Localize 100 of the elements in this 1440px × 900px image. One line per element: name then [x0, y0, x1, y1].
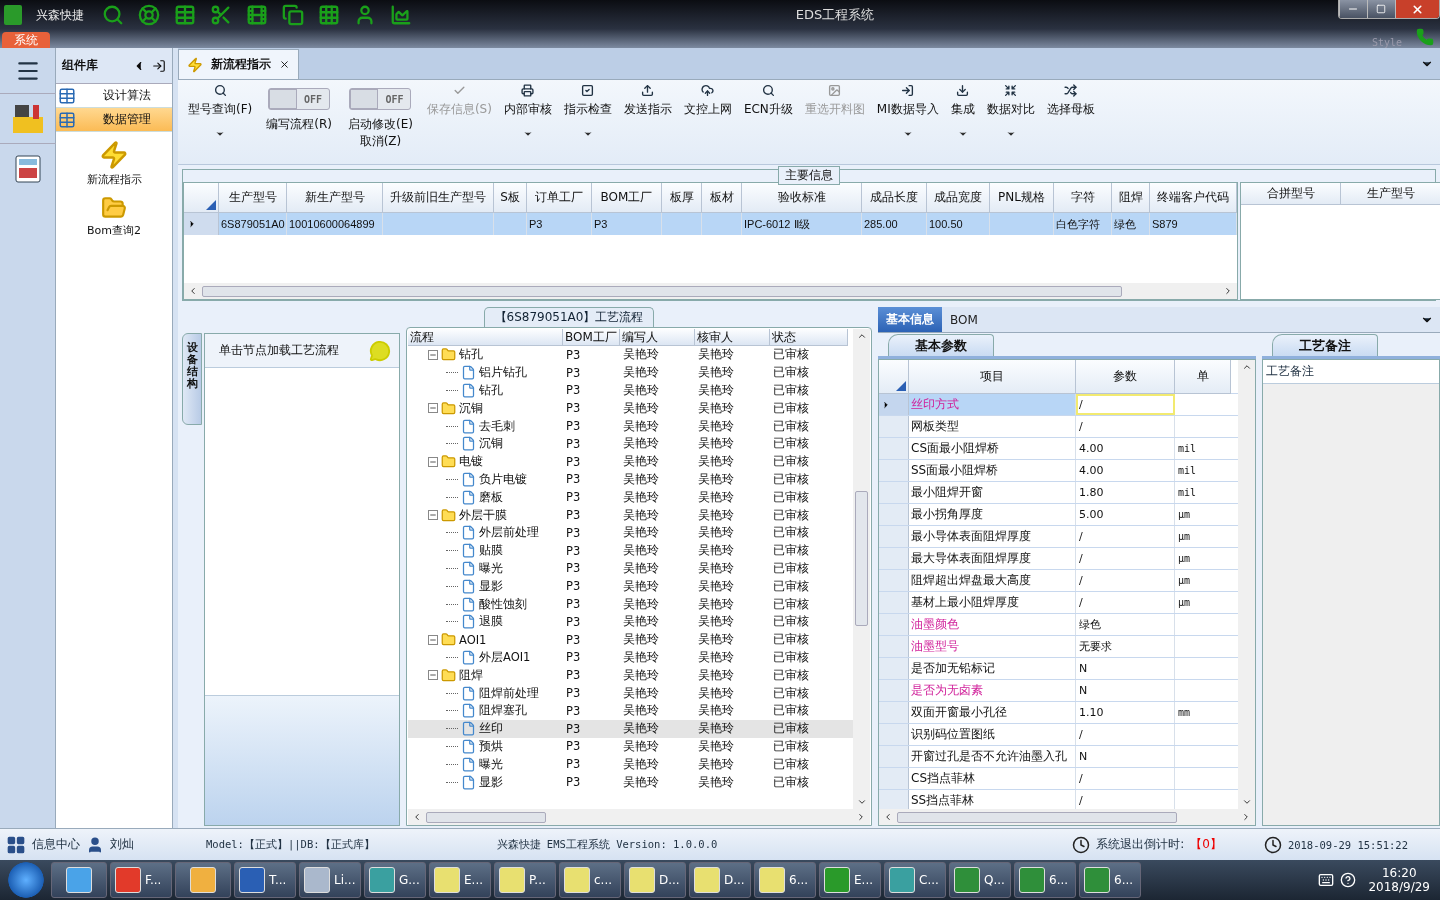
taskbar-button[interactable]: T... — [234, 862, 296, 898]
column-header[interactable]: 订单工厂 — [527, 183, 592, 213]
tree-node[interactable]: 外层AOI1 — [479, 649, 531, 665]
expander[interactable] — [428, 456, 438, 467]
close-icon[interactable] — [279, 59, 290, 70]
toolbar-button[interactable]: MI数据导入 — [870, 82, 945, 162]
column-header[interactable]: 项目 — [909, 360, 1076, 394]
tool-label[interactable]: 新流程指示 — [86, 172, 142, 187]
toolbar-button[interactable]: 集成 — [944, 82, 981, 162]
column-header[interactable]: 成品宽度 — [927, 183, 990, 213]
taskbar-button[interactable]: C... — [884, 862, 946, 898]
tree-node[interactable]: 铝片钻孔 — [479, 365, 527, 381]
scroll-down-icon[interactable] — [1241, 797, 1252, 807]
scroll-left-icon[interactable] — [412, 812, 422, 822]
toolbar-button[interactable]: ECN升级 — [737, 82, 799, 162]
toolbar-button[interactable]: 型号查询(F) — [182, 82, 259, 162]
column-header[interactable]: 核审人 — [695, 329, 770, 346]
vertical-scrollbar[interactable] — [1238, 360, 1255, 809]
info-center-link[interactable]: 信息中心 — [32, 836, 80, 853]
detail-tab[interactable]: BOM — [942, 307, 986, 332]
param-value[interactable]: / — [1076, 790, 1175, 809]
column-header[interactable]: 生产型号 — [219, 183, 287, 213]
taskbar-button[interactable]: 6... — [1079, 862, 1141, 898]
tree-node[interactable]: 曝光 — [479, 560, 503, 576]
user-icon[interactable] — [354, 4, 376, 26]
taskbar-clock[interactable]: 16:20 2018/9/29 — [1362, 866, 1436, 894]
taskbar-button[interactable]: Li... — [299, 862, 361, 898]
sidebar-item[interactable]: 数据管理 — [56, 108, 172, 132]
tree-node[interactable]: 预烘 — [479, 738, 503, 754]
toolbar-button[interactable]: 发送指示 — [617, 82, 678, 162]
column-header[interactable]: 验收标准 — [742, 183, 862, 213]
toggle-switch[interactable]: OFF — [349, 88, 412, 110]
column-header[interactable]: 板厚 — [662, 183, 702, 213]
tree-node[interactable]: 外层前处理 — [479, 525, 539, 541]
tree-node[interactable]: 贴膜 — [479, 543, 503, 559]
horizontal-scrollbar[interactable] — [184, 283, 1237, 299]
scroll-left-icon[interactable] — [188, 286, 198, 296]
document-tab[interactable]: 新流程指示 — [178, 49, 299, 79]
column-header[interactable]: 终端客户代码 — [1150, 183, 1237, 213]
tree-node[interactable]: 阻焊前处理 — [479, 685, 539, 701]
toolbar-button[interactable]: 指示检查 — [557, 82, 618, 162]
column-header[interactable]: BOM工厂 — [592, 183, 662, 213]
param-value[interactable]: / — [1076, 768, 1175, 789]
scroll-thumb[interactable] — [855, 491, 868, 626]
toolbar-button[interactable]: 选择母板 — [1040, 82, 1101, 162]
expander[interactable] — [428, 403, 438, 414]
param-value[interactable]: 4.00 — [1076, 460, 1175, 481]
taskbar-button[interactable]: c... — [559, 862, 621, 898]
column-header[interactable]: S板 — [494, 183, 527, 213]
column-header[interactable]: 状态 — [770, 329, 848, 346]
tree-node[interactable]: 曝光 — [479, 756, 503, 772]
expander[interactable] — [428, 510, 438, 521]
taskbar-button[interactable]: F... — [110, 862, 172, 898]
factory-icon[interactable] — [10, 102, 45, 135]
taskbar-button[interactable]: D... — [689, 862, 751, 898]
calculator-icon[interactable] — [13, 154, 42, 184]
tree-node[interactable]: 丝印 — [479, 721, 503, 737]
tree-node[interactable]: 外层干膜 — [459, 507, 507, 523]
column-header[interactable]: 合拼型号 — [1241, 183, 1341, 205]
film-icon[interactable] — [246, 4, 268, 26]
taskbar-button[interactable]: E... — [429, 862, 491, 898]
tree-node[interactable]: 沉铜 — [459, 400, 483, 416]
toolbar-button[interactable]: 数据对比 — [980, 82, 1041, 162]
area-chart-icon[interactable] — [390, 4, 412, 26]
column-header[interactable]: 升级前旧生产型号 — [383, 183, 494, 213]
taskbar-button[interactable]: G... — [364, 862, 426, 898]
grid-icon[interactable] — [318, 4, 340, 26]
taskbar-button[interactable]: D... — [624, 862, 686, 898]
scroll-thumb[interactable] — [426, 811, 546, 823]
maximize-button[interactable] — [1367, 0, 1395, 18]
param-value[interactable]: / — [1076, 724, 1175, 745]
column-header[interactable]: 生产型号 — [1341, 183, 1440, 205]
tree-node[interactable]: 显影 — [479, 774, 503, 790]
tree-node[interactable]: 退膜 — [479, 614, 503, 630]
param-value[interactable]: / — [1076, 548, 1175, 569]
tree-node[interactable]: 钻孔 — [479, 383, 503, 398]
detail-tab[interactable]: 基本信息 — [878, 307, 942, 332]
grid-icon[interactable] — [6, 834, 26, 855]
scroll-up-icon[interactable] — [856, 331, 867, 341]
pin-icon[interactable] — [152, 58, 166, 73]
param-value[interactable]: / — [1076, 526, 1175, 547]
param-value[interactable]: / — [1076, 394, 1175, 415]
taskbar-button[interactable]: E... — [819, 862, 881, 898]
notes-tab[interactable]: 工艺备注 — [1272, 334, 1378, 356]
scroll-down-icon[interactable] — [856, 797, 867, 807]
toolbar-button[interactable]: 文控上网 — [677, 82, 738, 162]
horizontal-scrollbar[interactable] — [879, 809, 1255, 825]
scroll-left-icon[interactable] — [883, 812, 893, 822]
tree-node[interactable]: AOI1 — [459, 632, 487, 647]
tree-node[interactable]: 负片电镀 — [479, 471, 527, 487]
taskbar-button[interactable] — [175, 862, 231, 898]
column-header[interactable]: 编写人 — [620, 329, 695, 346]
scissors-icon[interactable] — [210, 4, 232, 26]
table-icon[interactable] — [174, 4, 196, 26]
close-button[interactable] — [1395, 0, 1439, 18]
params-tab[interactable]: 基本参数 — [888, 334, 994, 356]
scroll-right-icon[interactable] — [1241, 812, 1251, 822]
horizontal-scrollbar[interactable] — [408, 809, 870, 825]
column-header[interactable]: 新生产型号 — [287, 183, 383, 213]
param-value[interactable]: 无要求 — [1076, 636, 1175, 657]
